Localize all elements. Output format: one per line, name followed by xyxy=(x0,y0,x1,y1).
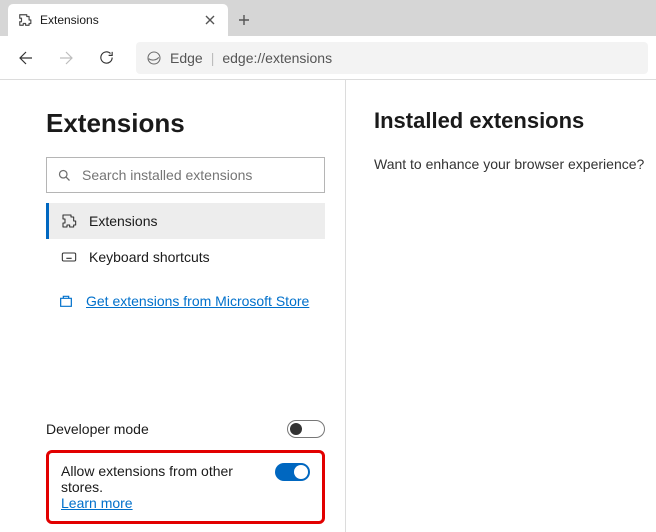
sidebar: Extensions Extensions Keyboard shortcuts xyxy=(0,80,346,532)
forward-button[interactable] xyxy=(48,40,84,76)
store-link[interactable]: Get extensions from Microsoft Store xyxy=(86,293,309,309)
bottom-settings: Developer mode Allow extensions from oth… xyxy=(46,414,325,524)
main-panel: Installed extensions Want to enhance you… xyxy=(346,80,656,532)
main-heading: Installed extensions xyxy=(374,108,656,134)
keyboard-icon xyxy=(61,249,77,265)
nav-item-shortcuts[interactable]: Keyboard shortcuts xyxy=(46,239,325,275)
search-box[interactable] xyxy=(46,157,325,193)
puzzle-icon xyxy=(61,213,77,229)
other-stores-label: Allow extensions from other stores. xyxy=(61,463,265,495)
tab-title: Extensions xyxy=(40,13,194,27)
developer-mode-row: Developer mode xyxy=(46,414,325,444)
learn-more-link[interactable]: Learn more xyxy=(61,495,133,511)
nav-item-extensions[interactable]: Extensions xyxy=(46,203,325,239)
address-separator: | xyxy=(211,50,215,66)
nav-label: Keyboard shortcuts xyxy=(89,249,210,265)
browser-tab[interactable]: Extensions xyxy=(8,4,228,36)
main-prompt: Want to enhance your browser experience? xyxy=(374,156,656,172)
content-area: Extensions Extensions Keyboard shortcuts xyxy=(0,80,656,532)
address-url: edge://extensions xyxy=(222,50,332,66)
address-bar[interactable]: Edge | edge://extensions xyxy=(136,42,648,74)
new-tab-button[interactable] xyxy=(228,4,260,36)
dev-mode-label: Developer mode xyxy=(46,421,149,437)
store-link-row: Get extensions from Microsoft Store xyxy=(46,279,325,309)
page-title: Extensions xyxy=(46,108,325,139)
search-icon xyxy=(57,168,72,183)
back-button[interactable] xyxy=(8,40,44,76)
tab-close-button[interactable] xyxy=(202,12,218,28)
highlight-allow-other-stores: Allow extensions from other stores. Lear… xyxy=(46,450,325,524)
store-icon xyxy=(58,293,74,309)
other-stores-toggle[interactable] xyxy=(275,463,311,481)
toolbar: Edge | edge://extensions xyxy=(0,36,656,80)
extension-icon xyxy=(18,13,32,27)
tab-strip: Extensions xyxy=(0,0,656,36)
edge-icon xyxy=(146,50,162,66)
search-input[interactable] xyxy=(82,167,314,183)
refresh-button[interactable] xyxy=(88,40,124,76)
nav-label: Extensions xyxy=(89,213,157,229)
address-brand: Edge xyxy=(170,50,203,66)
dev-mode-toggle[interactable] xyxy=(287,420,325,438)
sidebar-nav: Extensions Keyboard shortcuts xyxy=(46,203,325,275)
